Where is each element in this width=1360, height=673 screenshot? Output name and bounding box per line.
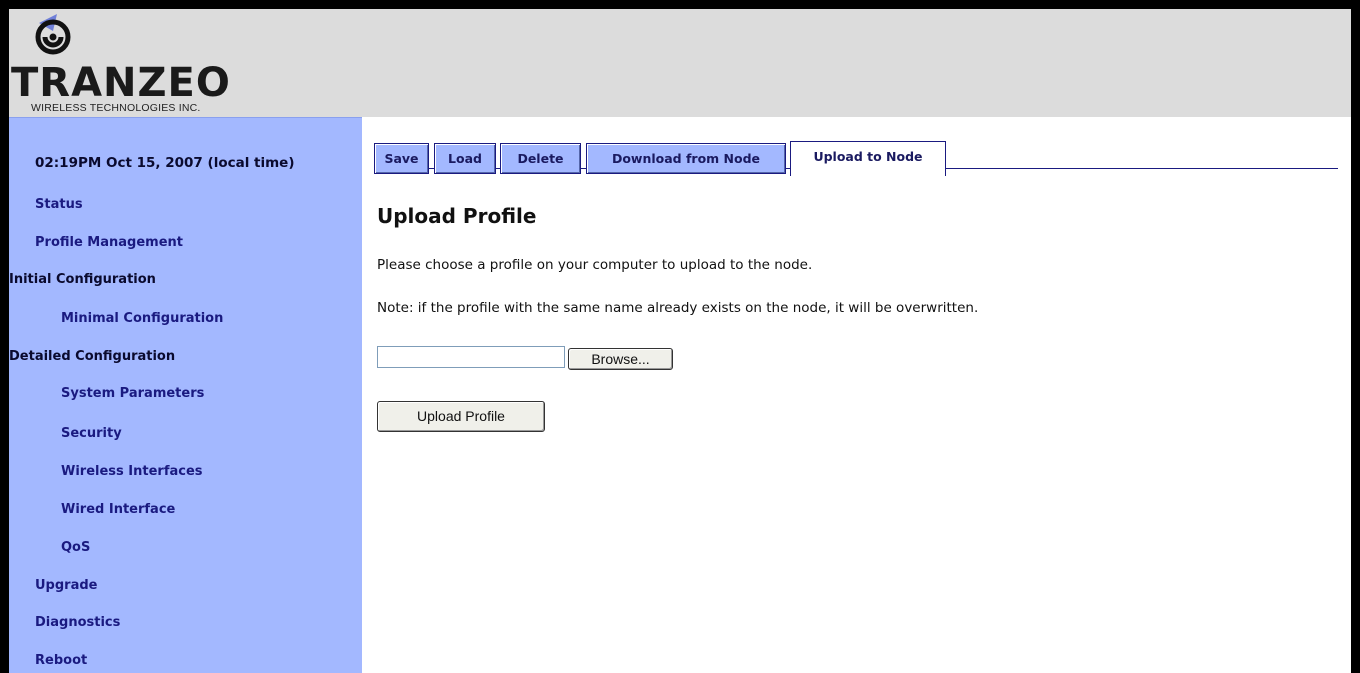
upload-profile-button[interactable]: Upload Profile	[377, 401, 545, 432]
tab-download-from-node[interactable]: Download from Node	[586, 143, 786, 174]
tab-save[interactable]: Save	[374, 143, 429, 174]
sidebar-item-minimal-configuration[interactable]: Minimal Configuration	[61, 311, 223, 326]
sidebar-item-reboot[interactable]: Reboot	[35, 653, 87, 668]
sidebar-item-wired-interface[interactable]: Wired Interface	[61, 502, 175, 517]
file-path-input[interactable]	[377, 346, 565, 368]
local-time: 02:19PM Oct 15, 2007 (local time)	[35, 155, 295, 171]
tab-delete[interactable]: Delete	[500, 143, 581, 174]
sidebar-item-qos[interactable]: QoS	[61, 540, 90, 555]
page-title: Upload Profile	[377, 204, 537, 228]
sidebar-item-wireless-interfaces[interactable]: Wireless Interfaces	[61, 464, 203, 479]
sidebar-nav: 02:19PM Oct 15, 2007 (local time) Status…	[9, 117, 362, 673]
sidebar-item-status[interactable]: Status	[35, 197, 83, 212]
upload-instruction: Please choose a profile on your computer…	[377, 257, 813, 273]
header: TRANZEO WIRELESS TECHNOLOGIES INC.	[9, 9, 1351, 117]
logo-wordmark: TRANZEO	[11, 60, 231, 106]
sidebar-item-profile-management[interactable]: Profile Management	[35, 235, 183, 250]
browse-button[interactable]: Browse...	[568, 348, 673, 370]
sidebar-section-initial-configuration: Initial Configuration	[9, 272, 156, 287]
tab-load[interactable]: Load	[434, 143, 496, 174]
sidebar-section-detailed-configuration: Detailed Configuration	[9, 349, 176, 364]
sidebar-item-security[interactable]: Security	[61, 426, 122, 441]
logo-tagline: WIRELESS TECHNOLOGIES INC.	[31, 102, 201, 114]
browser-viewport: TRANZEO WIRELESS TECHNOLOGIES INC. 02:19…	[9, 9, 1351, 673]
sidebar-item-upgrade[interactable]: Upgrade	[35, 578, 97, 593]
tab-upload-to-node[interactable]: Upload to Node	[790, 141, 946, 176]
sidebar-item-diagnostics[interactable]: Diagnostics	[35, 615, 120, 630]
sidebar-item-system-parameters[interactable]: System Parameters	[61, 386, 204, 401]
main-content: Save Load Delete Download from Node Uplo…	[362, 117, 1351, 673]
tab-bar: Save Load Delete Download from Node Uplo…	[374, 131, 1338, 176]
overwrite-note: Note: if the profile with the same name …	[377, 300, 979, 316]
antenna-dish-icon	[35, 14, 71, 55]
tranzeo-logo: TRANZEO WIRELESS TECHNOLOGIES INC.	[9, 9, 299, 117]
